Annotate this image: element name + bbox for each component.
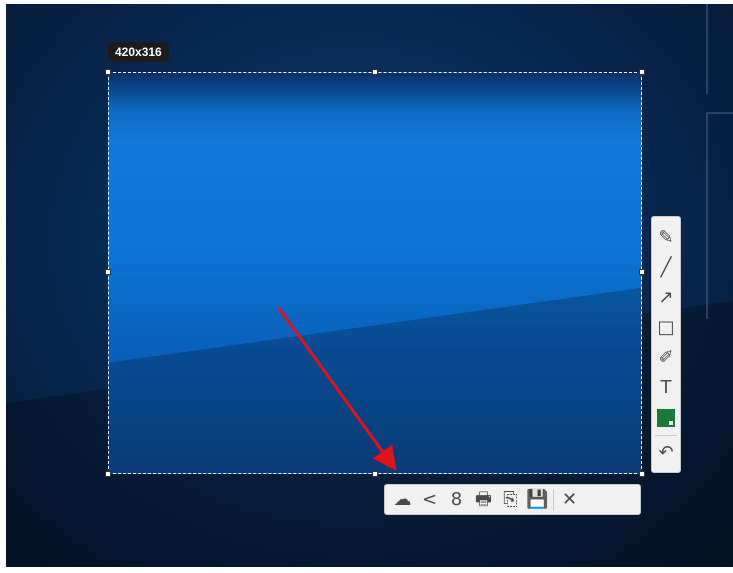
line-icon: ╱ xyxy=(660,257,672,278)
toolbar-separator xyxy=(655,435,677,436)
share-icon: < xyxy=(421,488,438,510)
close-button[interactable]: ✕ xyxy=(556,486,583,514)
search-google-button[interactable]: 8 xyxy=(443,486,470,514)
save-icon: 💾 xyxy=(526,488,549,510)
save-button[interactable]: 💾 xyxy=(524,486,551,514)
arrow-line xyxy=(277,307,397,471)
share-button[interactable]: < xyxy=(416,486,443,514)
text-icon: T xyxy=(660,377,672,398)
copy-icon: ⎘ xyxy=(503,488,518,510)
pen-tool-button[interactable]: ✎ xyxy=(653,223,679,253)
upload-button[interactable]: ☁ xyxy=(389,486,416,514)
marker-tool-button[interactable]: ✐ xyxy=(653,343,679,373)
line-tool-button[interactable]: ╱ xyxy=(653,253,679,283)
drawing-toolbar: ✎ ╱ ↗ □ ✐ T ↶ xyxy=(651,216,681,473)
copy-button[interactable]: ⎘ xyxy=(497,486,524,514)
print-button[interactable]: 🖶 xyxy=(470,486,497,514)
rectangle-tool-button[interactable]: □ xyxy=(653,313,679,343)
text-tool-button[interactable]: T xyxy=(653,373,679,403)
arrow-icon: ↗ xyxy=(658,287,674,308)
print-icon: 🖶 xyxy=(475,488,492,510)
toolbar-separator xyxy=(553,488,554,511)
undo-icon: ↶ xyxy=(658,442,674,463)
undo-button[interactable]: ↶ xyxy=(653,438,679,468)
color-picker-button[interactable] xyxy=(653,403,679,433)
marker-icon: ✐ xyxy=(658,347,674,368)
arrow-tool-button[interactable]: ↗ xyxy=(653,283,679,313)
color-swatch-corner xyxy=(669,421,673,425)
google-search-icon: 8 xyxy=(450,488,463,510)
action-toolbar: ☁ < 8 🖶 ⎘ 💾 ✕ xyxy=(384,484,641,515)
rectangle-icon: □ xyxy=(657,317,675,338)
color-swatch xyxy=(657,409,675,427)
pen-icon: ✎ xyxy=(658,227,674,248)
close-icon: ✕ xyxy=(561,488,578,510)
upload-cloud-icon: ☁ xyxy=(393,488,412,510)
